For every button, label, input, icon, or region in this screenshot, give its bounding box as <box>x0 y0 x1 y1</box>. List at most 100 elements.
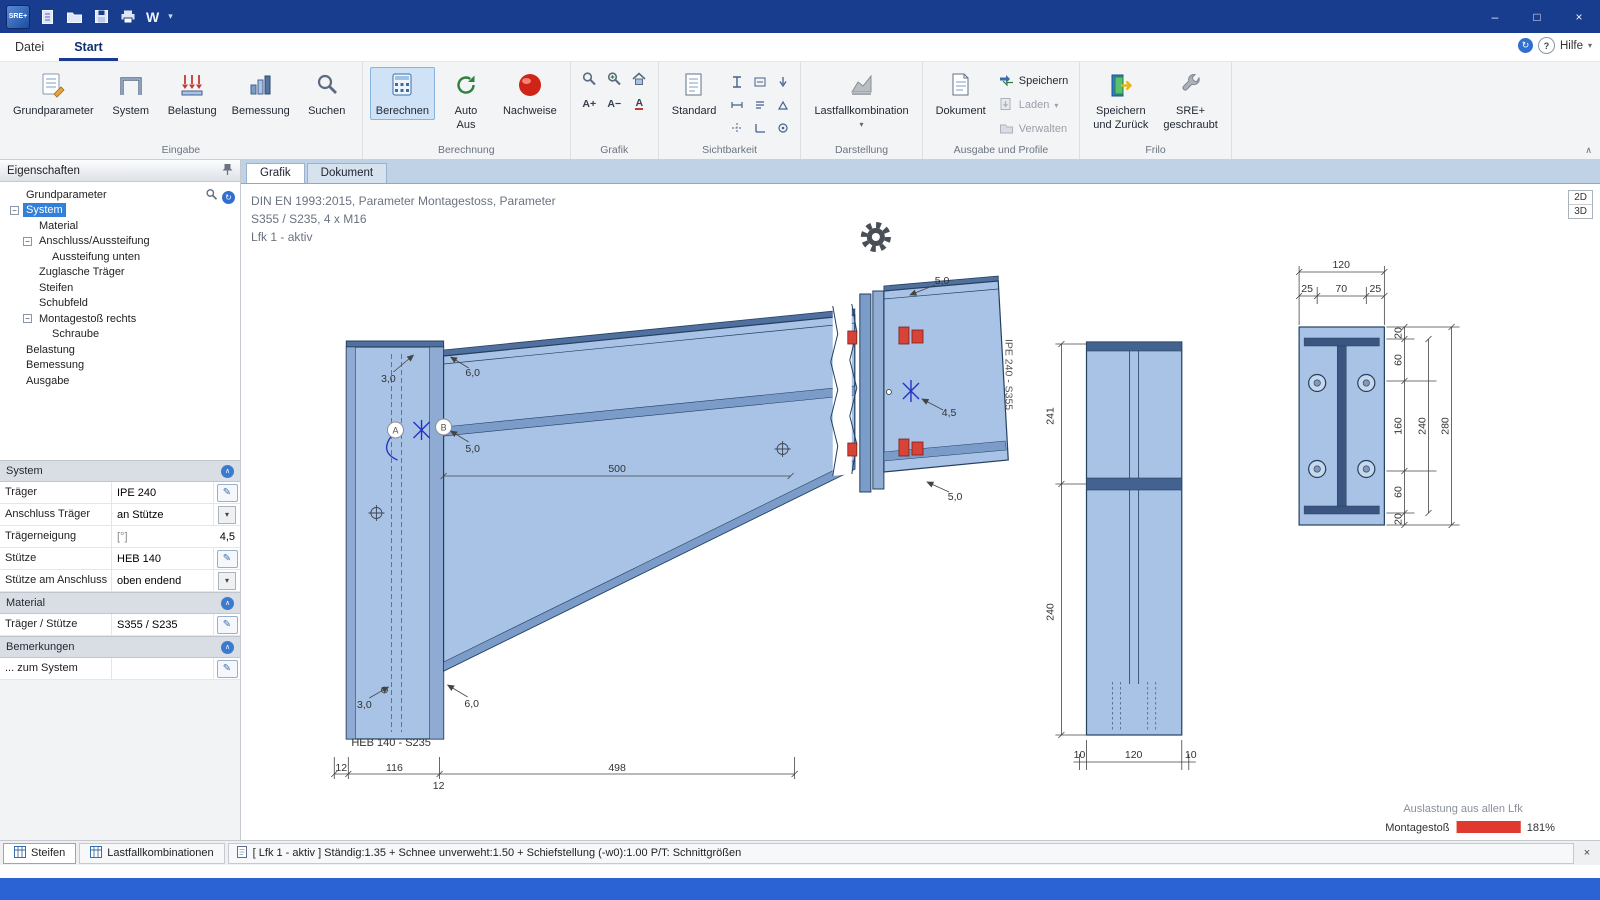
traeger-value[interactable]: IPE 240 <box>112 482 213 503</box>
stuetze-value[interactable]: HEB 140 <box>112 548 213 569</box>
minimize-button[interactable]: – <box>1474 0 1516 33</box>
tree-item-system[interactable]: −System <box>0 203 240 219</box>
axis-cross-icon[interactable] <box>725 116 748 139</box>
collapse-section-icon[interactable]: ∧ <box>221 597 234 610</box>
grundparameter-button[interactable]: Grundparameter <box>7 67 100 120</box>
open-folder-icon[interactable] <box>65 8 83 26</box>
bolt-view-icon[interactable] <box>771 116 794 139</box>
svg-text:181%: 181% <box>1527 822 1555 834</box>
zoom-in-icon[interactable] <box>603 67 626 90</box>
arrow-down-toggle-icon[interactable] <box>771 70 794 93</box>
bemessung-button[interactable]: Bemessung <box>226 67 296 120</box>
profile-speichern-button[interactable]: Speichern <box>995 70 1073 92</box>
stuetze-anschluss-value[interactable]: oben endend <box>112 570 213 591</box>
tree-item-anschluss-aussteifung[interactable]: −Anschluss/Aussteifung <box>0 234 240 250</box>
dokument-button[interactable]: Dokument <box>930 67 992 120</box>
anschluss-traeger-value[interactable]: an Stütze <box>112 504 213 525</box>
berechnen-button[interactable]: Berechnen <box>370 67 435 120</box>
edit-material-button[interactable]: ✎ <box>217 616 238 634</box>
status-tab-steifen[interactable]: Steifen <box>3 843 76 864</box>
stuetze-anschluss-dropdown-icon[interactable]: ▾ <box>218 572 236 590</box>
close-button[interactable]: × <box>1558 0 1600 33</box>
bemerkung-value[interactable] <box>112 658 213 679</box>
standard-button[interactable]: Standard <box>666 67 723 120</box>
auto-aus-button[interactable]: Auto Aus <box>438 67 494 134</box>
anschluss-traeger-dropdown-icon[interactable]: ▾ <box>218 506 236 524</box>
tree-item-belastung[interactable]: Belastung <box>0 342 240 358</box>
tab-start[interactable]: Start <box>59 35 117 61</box>
tree-item-grundparameter[interactable]: Grundparameter <box>0 187 240 203</box>
traegerneigung-value[interactable]: [°] 4,5 <box>112 526 240 547</box>
tree-expand-icon[interactable]: − <box>10 206 19 215</box>
weld-symbol-icon[interactable] <box>771 93 794 116</box>
tree-item-ausgabe[interactable]: Ausgabe <box>0 373 240 389</box>
maximize-button[interactable]: □ <box>1516 0 1558 33</box>
section-profile-icon[interactable] <box>725 70 748 93</box>
lastfallkombination-button[interactable]: Lastfallkombination ▾ <box>808 67 914 134</box>
label-box-icon[interactable] <box>748 70 771 93</box>
nachweise-button[interactable]: Nachweise <box>497 67 563 120</box>
help-dropdown-icon[interactable]: ▾ <box>1588 41 1592 50</box>
profile-laden-button[interactable]: Laden ▾ <box>995 94 1073 116</box>
tab-datei[interactable]: Datei <box>0 35 59 61</box>
zoom-select-icon[interactable] <box>578 67 601 90</box>
auto-calc-icon <box>453 72 479 103</box>
app-logo-icon[interactable]: SRE+ <box>6 5 30 29</box>
system-button[interactable]: System <box>103 67 159 120</box>
view-3d-button[interactable]: 3D <box>1569 204 1592 218</box>
tree-item-bemessung[interactable]: Bemessung <box>0 358 240 374</box>
tree-expand-icon[interactable]: − <box>23 237 32 246</box>
font-color-button[interactable]: A <box>628 92 651 115</box>
save-icon[interactable] <box>92 8 110 26</box>
font-increase-button[interactable]: A+ <box>578 92 601 115</box>
help-menu[interactable]: Hilfe <box>1560 40 1583 52</box>
speichern-und-zurueck-button[interactable]: Speichern und Zurück <box>1087 67 1154 134</box>
material-value[interactable]: S355 / S235 <box>112 614 213 635</box>
belastung-button[interactable]: Belastung <box>162 67 223 120</box>
collapse-section-icon[interactable]: ∧ <box>221 641 234 654</box>
tab-grafik[interactable]: Grafik <box>246 163 305 183</box>
tree-item-schubfeld[interactable]: Schubfeld <box>0 296 240 312</box>
edit-traeger-button[interactable]: ✎ <box>217 484 238 502</box>
tree-item-material[interactable]: Material <box>0 218 240 234</box>
close-status-icon[interactable]: × <box>1577 847 1597 859</box>
tree-expand-icon[interactable]: − <box>23 314 32 323</box>
status-tab-lastfallkombinationen[interactable]: Lastfallkombinationen <box>79 843 224 864</box>
svg-text:60: 60 <box>1392 354 1404 366</box>
tab-dokument[interactable]: Dokument <box>307 163 387 183</box>
qat-dropdown-icon[interactable]: ▾ <box>168 11 173 22</box>
tree-search-icon[interactable] <box>205 188 218 206</box>
font-decrease-button[interactable]: A− <box>603 92 626 115</box>
edit-bemerkung-button[interactable]: ✎ <box>217 660 238 678</box>
graphics-canvas[interactable]: 2D 3D DIN EN 1993:2015, Parameter Montag… <box>241 184 1600 840</box>
collapse-ribbon-icon[interactable]: ∧ <box>1585 145 1592 156</box>
drawing-header: DIN EN 1993:2015, Parameter Montagestoss… <box>251 194 556 244</box>
edit-stuetze-button[interactable]: ✎ <box>217 550 238 568</box>
document-small-icon <box>237 846 247 861</box>
help-icon[interactable]: ? <box>1538 37 1555 54</box>
tree-refresh-icon[interactable]: ↻ <box>222 191 235 204</box>
tree-item-aussteifung-unten[interactable]: Aussteifung unten <box>0 249 240 265</box>
view-2d-button[interactable]: 2D <box>1569 191 1592 204</box>
tree-item-steifen[interactable]: Steifen <box>0 280 240 296</box>
tree-item-zuglasche-traeger[interactable]: Zuglasche Träger <box>0 265 240 281</box>
collapse-section-icon[interactable]: ∧ <box>221 465 234 478</box>
structural-drawing[interactable]: DIN EN 1993:2015, Parameter Montagestoss… <box>241 184 1600 840</box>
sre-geschraubt-button[interactable]: SRE+ geschraubt <box>1157 67 1223 134</box>
word-export-icon[interactable]: W <box>146 9 159 25</box>
suchen-button[interactable]: Suchen <box>299 67 355 120</box>
angle-measure-icon[interactable] <box>748 116 771 139</box>
grid-lines-icon[interactable] <box>748 93 771 116</box>
print-icon[interactable] <box>119 8 137 26</box>
tree-item-montagestoss-rechts[interactable]: −Montagestoß rechts <box>0 311 240 327</box>
pin-icon[interactable] <box>222 163 233 179</box>
status-message[interactable]: [ Lfk 1 - aktiv ] Ständig:1.35 + Schnee … <box>228 843 1574 864</box>
frilo-sync-icon[interactable]: ↻ <box>1518 38 1533 53</box>
dimension-lines-icon[interactable] <box>725 93 748 116</box>
gear-icon[interactable] <box>864 225 888 249</box>
zoom-home-icon[interactable] <box>628 67 651 90</box>
profile-verwalten-button[interactable]: Verwalten <box>995 118 1073 140</box>
window-controls: – □ × <box>1474 0 1600 33</box>
new-document-icon[interactable] <box>38 8 56 26</box>
tree-item-schraube[interactable]: Schraube <box>0 327 240 343</box>
